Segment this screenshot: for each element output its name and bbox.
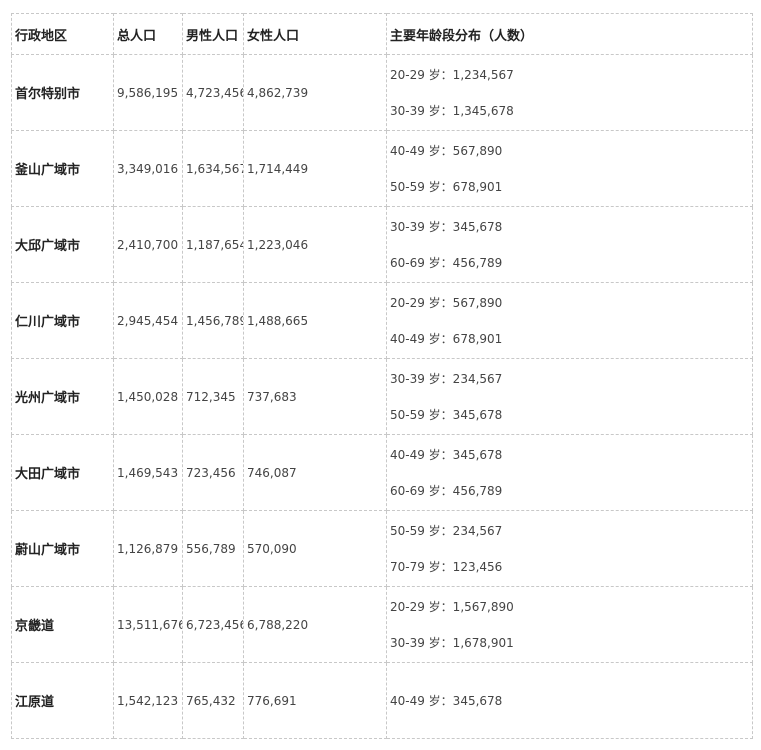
male-population-cell: 4,723,456 (182, 54, 244, 131)
age-group-entry: 30-39 岁：1,678,901 (390, 635, 514, 650)
female-population-cell: 1,223,046 (243, 206, 387, 283)
age-distribution-cell: 20-29 岁：567,890 40-49 岁：678,901 (386, 282, 753, 359)
region-cell: 江原道 (11, 662, 114, 739)
age-group-entry: 40-49 岁：345,678 (390, 693, 503, 708)
female-population-cell: 746,087 (243, 434, 387, 511)
age-distribution-cell: 40-49 岁：345,678 (386, 662, 753, 739)
age-distribution-cell: 50-59 岁：234,567 70-79 岁：123,456 (386, 510, 753, 587)
region-cell: 仁川广域市 (11, 282, 114, 359)
male-population-cell: 6,723,456 (182, 586, 244, 663)
header-age-distribution: 主要年龄段分布（人数） (386, 13, 753, 55)
age-group-entry: 20-29 岁：1,567,890 (390, 599, 514, 614)
region-cell: 蔚山广域市 (11, 510, 114, 587)
male-population-cell: 1,187,654 (182, 206, 244, 283)
table-row: 首尔特别市 9,586,195 4,723,456 4,862,739 20-29 岁：… (11, 54, 753, 131)
total-population-cell: 1,469,543 (113, 434, 183, 511)
age-group-entry: 70-79 岁：123,456 (390, 559, 503, 574)
total-population-cell: 9,586,195 (113, 54, 183, 131)
age-distribution-cell: 40-49 岁：567,890 50-59 岁：678,901 (386, 130, 753, 207)
age-distribution-cell: 40-49 岁：345,678 60-69 岁：456,789 (386, 434, 753, 511)
female-population-cell: 4,862,739 (243, 54, 387, 131)
table-row: 京畿道 13,511,676 6,723,456 6,788,220 20-29 岁：1… (11, 586, 753, 663)
header-region: 行政地区 (11, 13, 114, 55)
male-population-cell: 1,634,567 (182, 130, 244, 207)
age-group-entry: 20-29 岁：1,234,567 (390, 67, 514, 82)
female-population-cell: 1,714,449 (243, 130, 387, 207)
age-group-entry: 60-69 岁：456,789 (390, 255, 503, 270)
region-cell: 大田广域市 (11, 434, 114, 511)
age-group-entry: 30-39 岁：1,345,678 (390, 103, 514, 118)
header-female: 女性人口 (243, 13, 387, 55)
table-row: 光州广域市 1,450,028 712,345 737,683 30-39 岁：234,… (11, 358, 753, 435)
table-row: 蔚山广域市 1,126,879 556,789 570,090 50-59 岁：234,… (11, 510, 753, 587)
age-group-entry: 60-69 岁：456,789 (390, 483, 503, 498)
region-cell: 京畿道 (11, 586, 114, 663)
age-distribution-cell: 30-39 岁：345,678 60-69 岁：456,789 (386, 206, 753, 283)
age-group-entry: 40-49 岁：678,901 (390, 331, 503, 346)
male-population-cell: 1,456,789 (182, 282, 244, 359)
age-distribution-cell: 30-39 岁：234,567 50-59 岁：345,678 (386, 358, 753, 435)
table-header: 行政地区 总人口 男性人口 女性人口 主要年龄段分布（人数） (11, 13, 753, 55)
table-row: 大田广域市 1,469,543 723,456 746,087 40-49 岁：345,… (11, 434, 753, 511)
age-group-entry: 50-59 岁：678,901 (390, 179, 503, 194)
header-male: 男性人口 (182, 13, 244, 55)
age-group-entry: 30-39 岁：234,567 (390, 371, 503, 386)
total-population-cell: 1,126,879 (113, 510, 183, 587)
female-population-cell: 1,488,665 (243, 282, 387, 359)
female-population-cell: 776,691 (243, 662, 387, 739)
female-population-cell: 570,090 (243, 510, 387, 587)
age-group-entry: 20-29 岁：567,890 (390, 295, 503, 310)
table-row: 仁川广域市 2,945,454 1,456,789 1,488,665 20-29 岁：… (11, 282, 753, 359)
female-population-cell: 6,788,220 (243, 586, 387, 663)
age-group-entry: 50-59 岁：345,678 (390, 407, 503, 422)
region-cell: 首尔特别市 (11, 54, 114, 131)
age-group-entry: 30-39 岁：345,678 (390, 219, 503, 234)
region-cell: 光州广域市 (11, 358, 114, 435)
total-population-cell: 2,945,454 (113, 282, 183, 359)
age-distribution-cell: 20-29 岁：1,234,567 30-39 岁：1,345,678 (386, 54, 753, 131)
total-population-cell: 2,410,700 (113, 206, 183, 283)
total-population-cell: 13,511,676 (113, 586, 183, 663)
female-population-cell: 737,683 (243, 358, 387, 435)
table-row: 江原道 1,542,123 765,432 776,691 40-49 岁：345,67… (11, 662, 753, 739)
male-population-cell: 723,456 (182, 434, 244, 511)
male-population-cell: 765,432 (182, 662, 244, 739)
table-row: 大邱广域市 2,410,700 1,187,654 1,223,046 30-39 岁：… (11, 206, 753, 283)
total-population-cell: 1,450,028 (113, 358, 183, 435)
table-body: 首尔特别市 9,586,195 4,723,456 4,862,739 20-29 岁：… (11, 54, 753, 739)
header-total: 总人口 (113, 13, 183, 55)
age-group-entry: 50-59 岁：234,567 (390, 523, 503, 538)
table-row: 釜山广域市 3,349,016 1,634,567 1,714,449 40-49 岁：… (11, 130, 753, 207)
age-group-entry: 40-49 岁：345,678 (390, 447, 503, 462)
age-group-entry: 40-49 岁：567,890 (390, 143, 503, 158)
header-row: 行政地区 总人口 男性人口 女性人口 主要年龄段分布（人数） (11, 13, 753, 55)
region-cell: 大邱广域市 (11, 206, 114, 283)
age-distribution-cell: 20-29 岁：1,567,890 30-39 岁：1,678,901 (386, 586, 753, 663)
region-cell: 釜山广域市 (11, 130, 114, 207)
male-population-cell: 712,345 (182, 358, 244, 435)
total-population-cell: 1,542,123 (113, 662, 183, 739)
population-table: 行政地区 总人口 男性人口 女性人口 主要年龄段分布（人数） 首尔特别市 9,58… (11, 13, 753, 739)
male-population-cell: 556,789 (182, 510, 244, 587)
total-population-cell: 3,349,016 (113, 130, 183, 207)
